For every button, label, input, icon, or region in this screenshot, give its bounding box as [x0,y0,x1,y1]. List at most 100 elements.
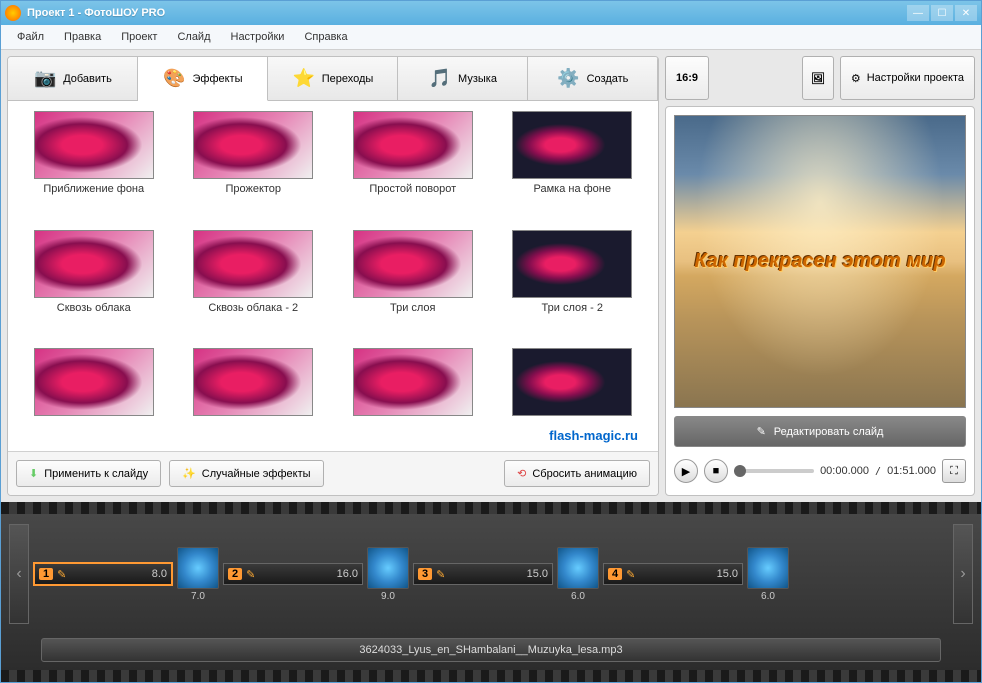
aspect-ratio-button[interactable]: 16:9 [665,56,709,100]
slide-duration[interactable]: 16.0 [337,568,358,580]
slide-bar: 2 ✎ 16.0 [224,564,362,584]
tab-effects-label: Эффекты [192,73,242,85]
arrow-down-icon: ⬇ [29,467,38,480]
effect-thumb [34,230,154,298]
pencil-icon[interactable]: ✎ [436,568,445,581]
gear-icon: ⚙️ [557,67,581,91]
pencil-icon[interactable]: ✎ [626,568,635,581]
slide-bar: 1 ✎ 8.0 [35,564,171,584]
tab-add[interactable]: 📷 Добавить [8,57,138,100]
pencil-icon: ✎ [757,425,766,438]
audio-track[interactable]: 3624033_Lyus_en_SHambalani__Muzuyka_lesa… [41,638,941,662]
playback-controls: ▶ ■ 00:00.000 / 01:51.000 ⛶ [674,455,966,487]
tab-transitions[interactable]: ⭐ Переходы [268,57,398,100]
play-button[interactable]: ▶ [674,459,698,483]
timeline-next-button[interactable]: › [953,524,973,624]
transition[interactable]: 9.0 [367,547,409,602]
main-area: 📷 Добавить 🎨 Эффекты ⭐ Переходы 🎵 Музыка… [1,50,981,502]
effect-thumb [353,230,473,298]
slides-row[interactable]: ‹ 1 ✎ 8.0 7.0 [1,514,981,634]
menu-edit[interactable]: Правка [56,29,109,45]
left-panel: 📷 Добавить 🎨 Эффекты ⭐ Переходы 🎵 Музыка… [7,56,659,496]
transition[interactable]: 6.0 [747,547,789,602]
apply-button[interactable]: ⬇ Применить к слайду [16,460,161,487]
close-button[interactable]: ✕ [955,5,977,21]
effect-item[interactable]: Простой поворот [337,111,489,220]
timeline-slide: 2 ✎ 16.0 9.0 [223,547,409,602]
transition-thumb [557,547,599,589]
timeline: ‹ 1 ✎ 8.0 7.0 [1,502,981,682]
pencil-icon[interactable]: ✎ [57,568,66,581]
slide-number: 2 [228,568,242,580]
camera-icon: 📷 [33,67,57,91]
menubar: Файл Правка Проект Слайд Настройки Справ… [1,25,981,50]
transition-duration[interactable]: 7.0 [191,591,205,602]
stop-button[interactable]: ■ [704,459,728,483]
timeline-prev-button[interactable]: ‹ [9,524,29,624]
effect-item[interactable]: Сквозь облака - 2 [178,230,330,339]
menu-file[interactable]: Файл [9,29,52,45]
effect-item[interactable] [337,348,489,441]
preview-slide-text: Как прекрасен этот мир [694,250,945,273]
pencil-icon[interactable]: ✎ [246,568,255,581]
fullscreen-button[interactable]: ⛶ [942,459,966,483]
effect-thumb [512,348,632,416]
theme-button[interactable]: 🖼 [802,56,834,100]
slide-number: 1 [39,568,53,580]
effect-label: Прожектор [225,183,281,195]
effect-label: Приближение фона [43,183,144,195]
effect-item[interactable]: Приближение фона [18,111,170,220]
menu-settings[interactable]: Настройки [223,29,293,45]
slide-duration[interactable]: 15.0 [527,568,548,580]
transition-duration[interactable]: 6.0 [761,591,775,602]
slide-number: 3 [418,568,432,580]
film-strip-top [1,502,981,514]
slide-thumb[interactable]: 3 ✎ 15.0 [413,563,553,585]
tab-create[interactable]: ⚙️ Создать [528,57,658,100]
tab-effects[interactable]: 🎨 Эффекты [138,57,268,101]
timeline-slide: 3 ✎ 15.0 6.0 [413,547,599,602]
effect-item[interactable]: Три слоя [337,230,489,339]
maximize-button[interactable]: ☐ [931,5,953,21]
effect-item[interactable] [18,348,170,441]
effect-item[interactable]: Три слоя - 2 [497,230,649,339]
image-icon: 🖼 [811,72,825,85]
effect-item[interactable]: Прожектор [178,111,330,220]
transition-thumb [177,547,219,589]
gear-icon: ⚙ [851,72,861,85]
edit-slide-button[interactable]: ✎ Редактировать слайд [674,416,966,447]
effect-item[interactable]: Рамка на фоне [497,111,649,220]
effect-item[interactable]: Сквозь облака [18,230,170,339]
random-button[interactable]: ✨ Случайные эффекты [169,460,323,487]
reset-button[interactable]: ⟲ Сбросить анимацию [504,460,650,487]
preview-image[interactable]: Как прекрасен этот мир [674,115,966,408]
progress-handle[interactable] [734,465,746,477]
slide-thumb[interactable]: 4 ✎ 15.0 [603,563,743,585]
slide-duration[interactable]: 8.0 [152,568,167,580]
menu-slide[interactable]: Слайд [169,29,218,45]
right-top-bar: 16:9 🖼 ⚙ Настройки проекта [665,56,975,100]
slide-duration[interactable]: 15.0 [717,568,738,580]
transition-duration[interactable]: 9.0 [381,591,395,602]
app-icon [5,5,21,21]
effect-label: Рамка на фоне [534,183,612,195]
tab-music[interactable]: 🎵 Музыка [398,57,528,100]
effect-label: Три слоя [390,302,436,314]
timeline-slide: 4 ✎ 15.0 6.0 [603,547,789,602]
transition[interactable]: 7.0 [177,547,219,602]
effect-thumb [512,111,632,179]
transition[interactable]: 6.0 [557,547,599,602]
audio-filename: 3624033_Lyus_en_SHambalani__Muzuyka_lesa… [359,644,622,656]
progress-bar[interactable] [734,469,814,473]
project-settings-button[interactable]: ⚙ Настройки проекта [840,56,975,100]
app-window: Проект 1 - ФотоШОУ PRO — ☐ ✕ Файл Правка… [0,0,982,683]
menu-help[interactable]: Справка [296,29,355,45]
slide-thumb[interactable]: 2 ✎ 16.0 [223,563,363,585]
random-label: Случайные эффекты [202,468,311,480]
effect-item[interactable] [178,348,330,441]
transition-duration[interactable]: 6.0 [571,591,585,602]
titlebar[interactable]: Проект 1 - ФотоШОУ PRO — ☐ ✕ [1,1,981,25]
slide-thumb[interactable]: 1 ✎ 8.0 [33,562,173,586]
menu-project[interactable]: Проект [113,29,165,45]
minimize-button[interactable]: — [907,5,929,21]
